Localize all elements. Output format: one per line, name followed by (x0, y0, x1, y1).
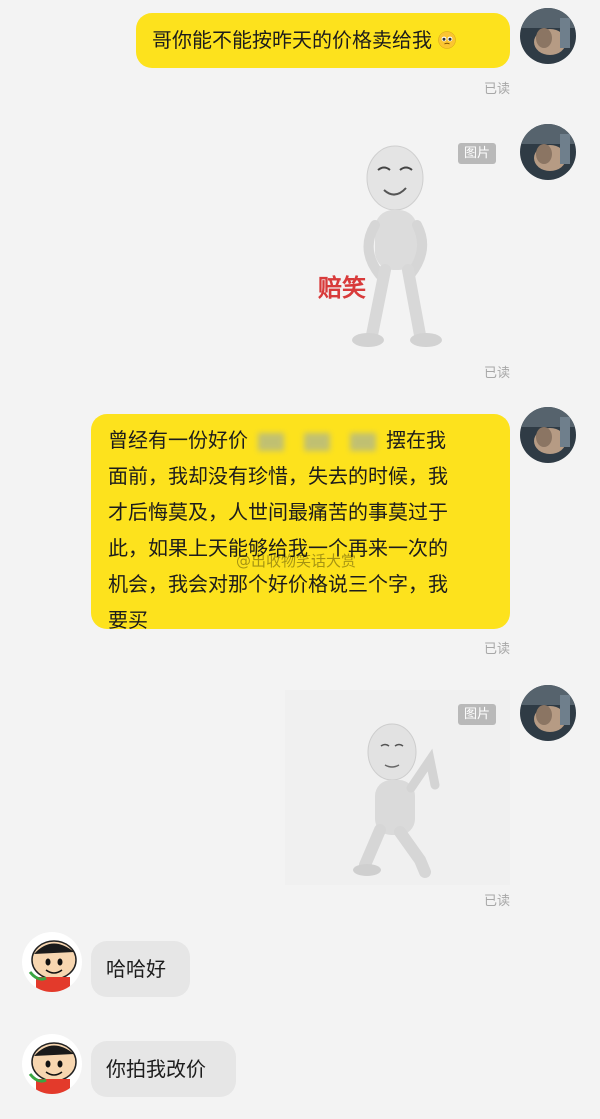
read-status: 已读 (483, 82, 510, 97)
message-line: 曾经有一份好价 摆在我 (108, 422, 494, 458)
contact-avatar[interactable] (22, 1034, 82, 1094)
message-text: 摆在我 (386, 428, 446, 452)
message-text: 哈哈好 (106, 957, 166, 981)
my-avatar[interactable] (520, 124, 576, 180)
message-bubble-5[interactable]: 哈哈好 (91, 941, 190, 997)
message-bubble-1[interactable]: 哥你能不能按昨天的价格卖给我 (136, 13, 510, 68)
read-status: 已读 (483, 894, 510, 909)
message-text: 哥你能不能按昨天的价格卖给我 (152, 28, 432, 52)
message-line: 机会，我会对那个好价格说三个字，我 (108, 572, 448, 596)
my-avatar[interactable] (520, 407, 576, 463)
pleading-face-icon (438, 15, 457, 49)
message-bubble-3[interactable]: 曾经有一份好价 摆在我 面前，我却没有珍惜，失去的时候，我 才后悔莫及，人世间最痛… (91, 414, 510, 632)
contact-avatar[interactable] (22, 932, 82, 992)
image-badge: 图片 (458, 143, 497, 164)
watermark: @出收物笑话大赏 (236, 552, 357, 570)
read-status: 已读 (483, 366, 510, 381)
sticker-caption: 赔笑 (318, 274, 366, 302)
read-status: 已读 (483, 642, 510, 657)
image-badge: 图片 (458, 704, 497, 725)
message-line: 面前，我却没有珍惜，失去的时候，我 (108, 464, 448, 488)
my-avatar[interactable] (520, 8, 576, 64)
message-line: 才后悔莫及，人世间最痛苦的事莫过于 (108, 500, 448, 524)
blurred-region (350, 432, 376, 451)
message-bubble-6[interactable]: 你拍我改价 (91, 1041, 236, 1097)
my-avatar[interactable] (520, 685, 576, 741)
sticker-image-laugh[interactable]: 赔笑 (300, 130, 510, 360)
blurred-region (304, 432, 330, 451)
blurred-region (258, 432, 284, 451)
message-text: 曾经有一份好价 (108, 428, 248, 452)
message-text: 你拍我改价 (106, 1057, 206, 1081)
message-line: 要买 (108, 608, 148, 632)
